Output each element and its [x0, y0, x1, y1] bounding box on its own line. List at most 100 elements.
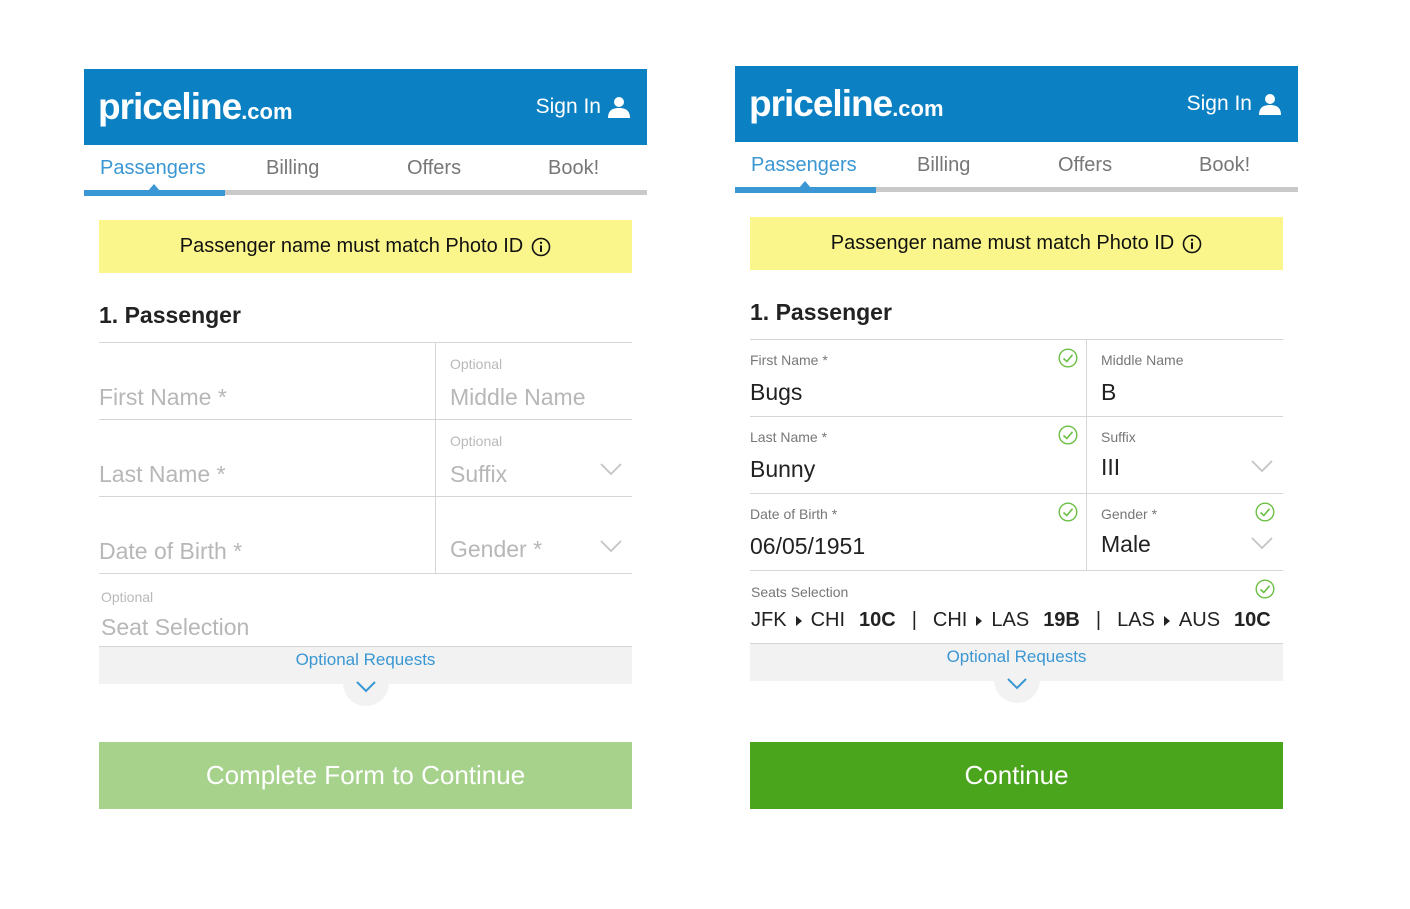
segment-seat: 10C	[1234, 609, 1271, 631]
segment-separator: |	[1095, 609, 1102, 631]
suffix-select[interactable]: Optional Suffix	[435, 420, 632, 496]
logo-wordmark: priceline	[749, 83, 893, 124]
chevron-down-icon	[1007, 678, 1027, 690]
triangle-right-icon	[1163, 615, 1170, 626]
seat-selection-field[interactable]: Optional Seat Selection	[99, 574, 632, 646]
dob-row: Date of Birth * Gender *	[99, 496, 632, 574]
middle-name-placeholder: Middle Name	[450, 384, 586, 410]
name-row: First Name * Bugs Middle Name B	[750, 339, 1283, 416]
middle-name-field[interactable]: Optional Middle Name	[435, 343, 632, 419]
gender-select[interactable]: Gender * Male	[1086, 494, 1283, 570]
passenger-section-title: 1. Passenger	[99, 302, 241, 328]
seat-selection-placeholder: Seat Selection	[101, 614, 250, 640]
last-name-row: Last Name * Bunny Suffix III	[750, 416, 1283, 493]
passenger-form: First Name * Bugs Middle Name B Last Nam…	[750, 339, 1283, 703]
optional-requests-label: Optional Requests	[295, 650, 436, 669]
tab-billing[interactable]: Billing	[266, 157, 319, 180]
tab-offers[interactable]: Offers	[407, 157, 461, 180]
gender-value: Male	[1101, 531, 1151, 557]
seat-selection-field[interactable]: Seats Selection JFK CHI 10C | CHI LAS 19…	[750, 571, 1283, 643]
segment-destination: LAS	[991, 609, 1030, 631]
notice-text: Passenger name must match Photo ID	[830, 232, 1175, 254]
seat-segment-3[interactable]: LAS AUS 10C	[1117, 609, 1271, 632]
app-header: priceline.com Sign In	[735, 66, 1298, 142]
check-circle-icon	[1255, 579, 1275, 599]
info-icon[interactable]	[1182, 234, 1202, 254]
tab-offers[interactable]: Offers	[1058, 154, 1112, 177]
priceline-logo[interactable]: priceline.com	[98, 86, 293, 128]
active-tab-caret	[799, 181, 811, 188]
first-name-value: Bugs	[750, 379, 803, 405]
gender-label: Gender *	[1101, 506, 1158, 522]
segment-seat: 10C	[859, 609, 896, 631]
passenger-section-title: 1. Passenger	[750, 299, 892, 325]
seat-segment-2[interactable]: CHI LAS 19B	[933, 609, 1080, 632]
info-icon[interactable]	[531, 237, 551, 257]
segment-destination: AUS	[1178, 609, 1221, 631]
passenger-form: First Name * Optional Middle Name Last N…	[99, 342, 632, 706]
user-icon	[608, 97, 630, 118]
middle-name-field[interactable]: Middle Name B	[1086, 340, 1283, 416]
check-circle-icon	[1058, 502, 1078, 522]
complete-form-button[interactable]: Complete Form to Continue	[99, 742, 632, 809]
sign-in-label: Sign In	[1186, 92, 1252, 115]
logo-tld: .com	[241, 99, 293, 124]
suffix-value: III	[1101, 454, 1121, 480]
date-of-birth-field[interactable]: Date of Birth *	[99, 497, 435, 573]
chevron-down-icon	[1251, 460, 1273, 473]
middle-name-label: Middle Name	[1101, 352, 1184, 368]
logo-tld: .com	[892, 96, 944, 121]
suffix-select[interactable]: Suffix III	[1086, 417, 1283, 493]
logo-wordmark: priceline	[98, 86, 242, 127]
first-name-placeholder: First Name *	[99, 384, 227, 410]
optional-requests-toggle[interactable]: Optional Requests	[99, 646, 632, 706]
suffix-placeholder: Suffix	[450, 461, 508, 487]
tab-passengers[interactable]: Passengers	[751, 154, 857, 177]
app-header: priceline.com Sign In	[84, 69, 647, 145]
seat-segment-1[interactable]: JFK CHI 10C	[751, 609, 896, 632]
seat-routes: JFK CHI 10C | CHI LAS 19B | LAS AUS 10C	[751, 609, 1271, 632]
optional-label: Optional	[450, 433, 503, 449]
tab-billing[interactable]: Billing	[917, 154, 970, 177]
continue-button[interactable]: Continue	[750, 742, 1283, 809]
sign-in-button[interactable]: Sign In	[1187, 92, 1282, 116]
notice-text: Passenger name must match Photo ID	[179, 235, 524, 257]
middle-name-value: B	[1101, 379, 1117, 405]
segment-separator: |	[911, 609, 917, 631]
name-row: First Name * Optional Middle Name	[99, 342, 632, 419]
first-name-field[interactable]: First Name * Bugs	[750, 340, 1086, 416]
last-name-field[interactable]: Last Name *	[99, 420, 435, 496]
optional-label: Optional	[101, 589, 154, 605]
last-name-row: Last Name * Optional Suffix	[99, 419, 632, 496]
chevron-down-icon	[1251, 537, 1273, 550]
last-name-field[interactable]: Last Name * Bunny	[750, 417, 1086, 493]
tab-book[interactable]: Book!	[548, 157, 599, 180]
checkout-steps: Passengers Billing Offers Book!	[735, 142, 1298, 193]
last-name-value: Bunny	[750, 456, 816, 482]
optional-requests-toggle[interactable]: Optional Requests	[750, 643, 1283, 703]
first-name-field[interactable]: First Name *	[99, 343, 435, 419]
checkout-steps: Passengers Billing Offers Book!	[84, 145, 647, 196]
passenger-form-screen-empty: priceline.com Sign In Passengers Billing…	[84, 69, 647, 809]
last-name-placeholder: Last Name *	[99, 461, 226, 487]
segment-origin: LAS	[1117, 609, 1155, 631]
dob-label: Date of Birth *	[750, 506, 838, 522]
gender-select[interactable]: Gender *	[435, 497, 632, 573]
dob-value: 06/05/1951	[750, 533, 866, 559]
user-icon	[1259, 94, 1281, 115]
tab-passengers[interactable]: Passengers	[100, 157, 206, 180]
segment-seat: 19B	[1043, 609, 1080, 631]
passenger-form-screen-filled: priceline.com Sign In Passengers Billing…	[735, 66, 1298, 809]
tab-book[interactable]: Book!	[1199, 154, 1250, 177]
triangle-right-icon	[976, 615, 983, 626]
sign-in-button[interactable]: Sign In	[536, 95, 631, 119]
priceline-logo[interactable]: priceline.com	[749, 83, 944, 125]
optional-label: Optional	[450, 356, 503, 372]
first-name-label: First Name *	[750, 352, 828, 368]
optional-requests-label: Optional Requests	[946, 647, 1087, 666]
segment-destination: CHI	[810, 609, 846, 631]
date-of-birth-field[interactable]: Date of Birth * 06/05/1951	[750, 494, 1086, 570]
gender-placeholder: Gender *	[450, 536, 543, 562]
chevron-down-icon	[356, 681, 376, 693]
photo-id-notice: Passenger name must match Photo ID	[750, 217, 1283, 270]
